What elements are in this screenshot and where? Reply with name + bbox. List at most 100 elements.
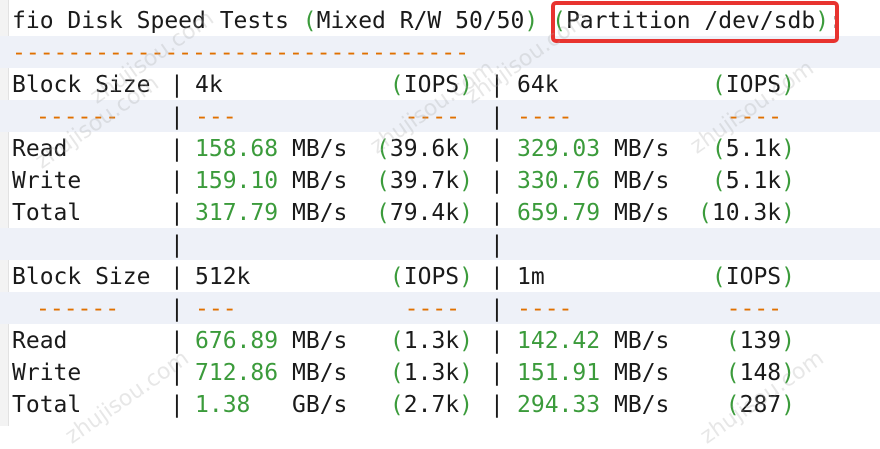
- speed-value: 329.03: [517, 136, 601, 162]
- size-dashes: ----: [517, 296, 573, 322]
- column-divider: |: [170, 72, 184, 98]
- paren-open: (: [725, 328, 740, 354]
- paren-open: (: [711, 168, 726, 194]
- speed-value: 294.33: [517, 392, 601, 418]
- label-dashes: ------: [36, 296, 120, 322]
- paren-close: ): [459, 328, 473, 354]
- paren-open: (: [389, 328, 404, 354]
- speed-unit: MB/s: [292, 360, 348, 386]
- column-divider: |: [490, 392, 504, 418]
- iops-value-group: (5.1k): [712, 165, 795, 197]
- iops-value-group: (39.7k): [376, 165, 473, 197]
- iops-value-group: (139): [726, 325, 795, 357]
- column-divider: |: [170, 136, 184, 162]
- speed-value: 142.42: [517, 328, 601, 354]
- column-divider: |: [170, 264, 184, 290]
- speed-value: 1.38: [195, 392, 251, 418]
- iops-value-group: (1.3k): [390, 357, 473, 389]
- speed-value: 712.86: [195, 360, 279, 386]
- iops-value: 5.1k: [725, 136, 782, 162]
- column-divider: |: [170, 232, 184, 258]
- speed-value: 159.10: [195, 168, 279, 194]
- iops-value: 79.4k: [389, 200, 460, 226]
- paren-close: ): [781, 328, 795, 354]
- column-divider: |: [170, 168, 184, 194]
- paren-close: ): [459, 168, 473, 194]
- iops-value: IOPS: [403, 264, 460, 290]
- paren-open: (: [376, 168, 390, 194]
- result-row: Read | 158.68 MB/s (39.6k) | 329.03 MB/s (5.1k): [0, 133, 880, 165]
- iops-value-group: (1.3k): [390, 325, 473, 357]
- speed-unit: MB/s: [614, 360, 670, 386]
- operation-label: Read: [12, 328, 68, 354]
- size-dashes: ---: [195, 296, 237, 322]
- speed-unit: MB/s: [614, 328, 670, 354]
- partition-highlight-box: [551, 1, 839, 43]
- column-divider: |: [490, 136, 504, 162]
- iops-value: 2.7k: [403, 392, 460, 418]
- column-divider: |: [490, 104, 504, 130]
- iops-value: IOPS: [725, 264, 782, 290]
- block-size-value: 4k: [195, 72, 223, 98]
- result-row: Write | 159.10 MB/s (39.7k) | 330.76 MB/s (5.1k): [0, 165, 880, 197]
- speed-value: 330.76: [517, 168, 601, 194]
- speed-value: 158.68: [195, 136, 279, 162]
- speed-unit: MB/s: [292, 200, 348, 226]
- column-divider: |: [490, 232, 504, 258]
- column-divider: |: [170, 392, 184, 418]
- paren-open: (: [389, 360, 404, 386]
- size-dashes: ---: [195, 104, 237, 130]
- column-divider: |: [170, 296, 184, 322]
- dashes-row: ------ | --- ---- | ---- ----: [0, 293, 880, 325]
- speed-unit: MB/s: [292, 136, 348, 162]
- iops-value: 139: [739, 328, 782, 354]
- paren-open: (: [389, 264, 404, 290]
- paren-close: ): [459, 392, 473, 418]
- operation-label: Write: [12, 360, 82, 386]
- block-size-label: Block Size: [12, 264, 151, 290]
- separator-dashes: ---------------------------------: [12, 40, 469, 66]
- operation-label: Total: [12, 392, 82, 418]
- result-row: Read | 676.89 MB/s (1.3k) | 142.42 MB/s (139): [0, 325, 880, 357]
- column-divider: |: [490, 296, 504, 322]
- block-size-value: 512k: [195, 264, 251, 290]
- speed-unit: MB/s: [614, 168, 670, 194]
- column-divider: |: [490, 328, 504, 354]
- iops-dashes: ----: [404, 296, 460, 322]
- iops-value-group: (2.7k): [390, 389, 473, 421]
- iops-value: 5.1k: [725, 168, 782, 194]
- paren-open: (: [376, 200, 390, 226]
- operation-label: Total: [12, 200, 82, 226]
- iops-value-group: (79.4k): [376, 197, 473, 229]
- paren-close: ): [781, 136, 795, 162]
- speed-value: 317.79: [195, 200, 279, 226]
- mode-close-paren: ): [524, 8, 539, 34]
- speed-unit: MB/s: [614, 392, 670, 418]
- paren-open: (: [389, 392, 404, 418]
- title-text: fio Disk Speed Tests: [12, 8, 303, 34]
- speed-value: 659.79: [517, 200, 601, 226]
- speed-unit: MB/s: [292, 168, 348, 194]
- iops-header: (IOPS): [712, 261, 795, 293]
- block-size-header-row: Block Size | 512k (IOPS) | 1m (IOPS): [0, 261, 880, 293]
- size-dashes: ----: [517, 104, 573, 130]
- iops-header: (IOPS): [390, 261, 473, 293]
- paren-open: (: [698, 200, 712, 226]
- paren-close: ): [781, 200, 795, 226]
- mode-open-paren: (: [302, 8, 317, 34]
- spacer-row: | |: [0, 229, 880, 261]
- iops-dashes: ----: [726, 296, 782, 322]
- speed-unit: MB/s: [614, 200, 670, 226]
- iops-value: 39.7k: [389, 168, 460, 194]
- paren-close: ): [781, 264, 795, 290]
- column-divider: |: [170, 104, 184, 130]
- paren-open: (: [711, 264, 726, 290]
- iops-value-group: (10.3k): [698, 197, 795, 229]
- column-divider: |: [490, 360, 504, 386]
- column-divider: |: [490, 168, 504, 194]
- paren-open: (: [725, 360, 740, 386]
- paren-close: ): [781, 168, 795, 194]
- iops-value: 1.3k: [403, 360, 460, 386]
- paren-open: (: [389, 72, 404, 98]
- column-divider: |: [490, 264, 504, 290]
